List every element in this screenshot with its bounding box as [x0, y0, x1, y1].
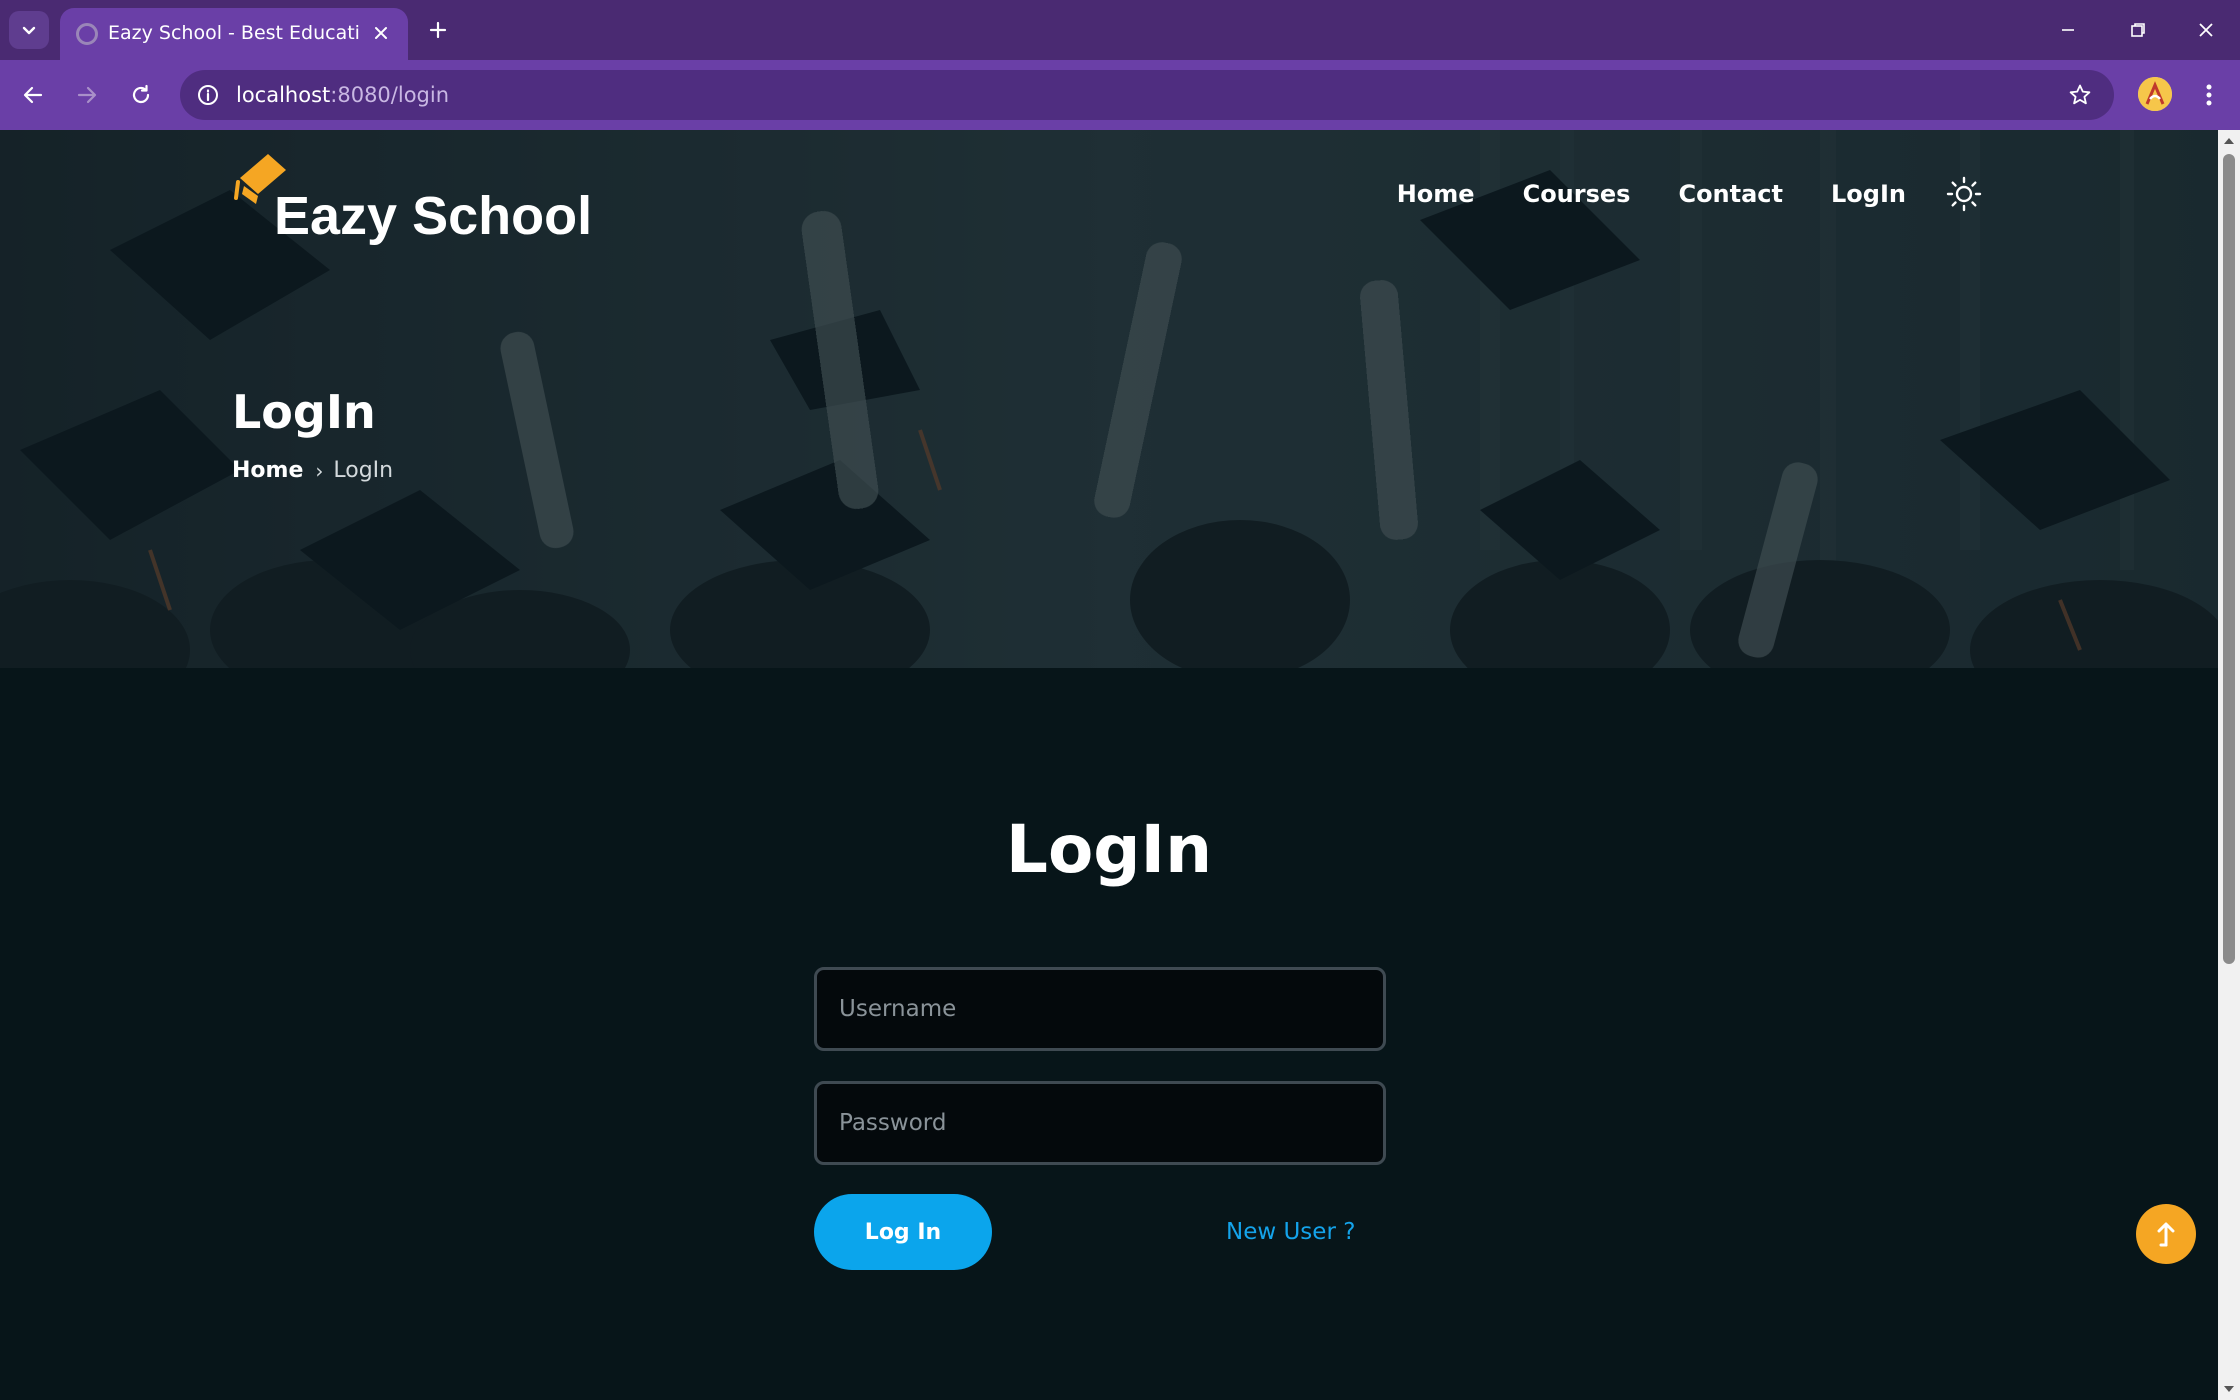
- login-heading: LogIn: [1005, 811, 1213, 888]
- browser-tab-bar: Eazy School - Best Educational Institute: [0, 0, 2240, 60]
- reload-icon: [132, 84, 150, 104]
- page-title: LogIn: [232, 385, 376, 439]
- url-path: :8080/login: [330, 83, 450, 107]
- nav-contact-link[interactable]: Contact: [1678, 178, 1783, 210]
- arrow-up-icon: [2157, 1222, 2175, 1247]
- chevron-down-icon: [22, 26, 36, 35]
- minimize-button[interactable]: [2048, 10, 2088, 50]
- forward-button[interactable]: [67, 75, 107, 115]
- back-button[interactable]: [13, 75, 53, 115]
- brand-name: Eazy School: [274, 186, 593, 246]
- browser-menu-button[interactable]: [2192, 77, 2226, 113]
- new-tab-button[interactable]: [420, 12, 456, 48]
- nav-home-link[interactable]: Home: [1397, 178, 1475, 210]
- main-nav: Home Courses Contact LogIn: [1349, 174, 1984, 214]
- theme-toggle-button[interactable]: [1944, 174, 1984, 214]
- new-user-link[interactable]: New User ?: [1226, 1216, 1355, 1248]
- globe-icon: [76, 23, 98, 45]
- browser-toolbar: localhost:8080/login: [0, 60, 2240, 130]
- minimize-icon: [2062, 29, 2074, 31]
- breadcrumb-separator: ›: [315, 459, 324, 483]
- sun-icon: [1946, 176, 1982, 212]
- scroll-down-arrow-icon[interactable]: [2222, 1382, 2236, 1396]
- hero-banner: Eazy School Home Courses Contact LogIn L…: [0, 130, 2218, 668]
- nav-login-link[interactable]: LogIn: [1831, 178, 1906, 210]
- breadcrumb-home-link[interactable]: Home: [232, 456, 303, 486]
- arrow-right-icon: [77, 86, 97, 104]
- avatar-icon: [2138, 77, 2172, 111]
- close-icon: [2199, 23, 2213, 37]
- tab-title: Eazy School - Best Educational Institute: [108, 22, 360, 44]
- site-info-icon[interactable]: [194, 81, 222, 109]
- scroll-up-arrow-icon[interactable]: [2222, 134, 2236, 148]
- restore-icon: [2131, 23, 2145, 37]
- arrow-left-icon: [23, 86, 43, 104]
- password-input[interactable]: [814, 1081, 1386, 1165]
- address-bar[interactable]: localhost:8080/login: [180, 70, 2114, 120]
- tab-close-button[interactable]: [368, 20, 394, 46]
- close-window-button[interactable]: [2186, 10, 2226, 50]
- plus-icon: [429, 21, 447, 39]
- bookmark-star-icon[interactable]: [2066, 81, 2094, 109]
- url-host: localhost: [236, 83, 331, 107]
- page-scrollbar[interactable]: [2218, 130, 2240, 1400]
- tab-search-button[interactable]: [9, 11, 49, 49]
- nav-courses-link[interactable]: Courses: [1523, 178, 1631, 210]
- login-button[interactable]: Log In: [814, 1194, 992, 1270]
- profile-avatar[interactable]: [2138, 77, 2172, 111]
- breadcrumb-current: LogIn: [333, 458, 394, 483]
- reload-button[interactable]: [121, 75, 161, 115]
- breadcrumb: Home › LogIn: [232, 456, 393, 486]
- url-text: localhost:8080/login: [236, 81, 449, 109]
- page-viewport: Eazy School Home Courses Contact LogIn L…: [0, 130, 2218, 1400]
- more-vertical-icon: [2206, 84, 2212, 106]
- back-to-top-button[interactable]: [2136, 1204, 2196, 1264]
- scrollbar-thumb[interactable]: [2223, 154, 2235, 964]
- browser-tab-active[interactable]: Eazy School - Best Educational Institute: [60, 8, 408, 60]
- close-icon: [375, 27, 387, 39]
- restore-button[interactable]: [2118, 10, 2158, 50]
- username-input[interactable]: [814, 967, 1386, 1051]
